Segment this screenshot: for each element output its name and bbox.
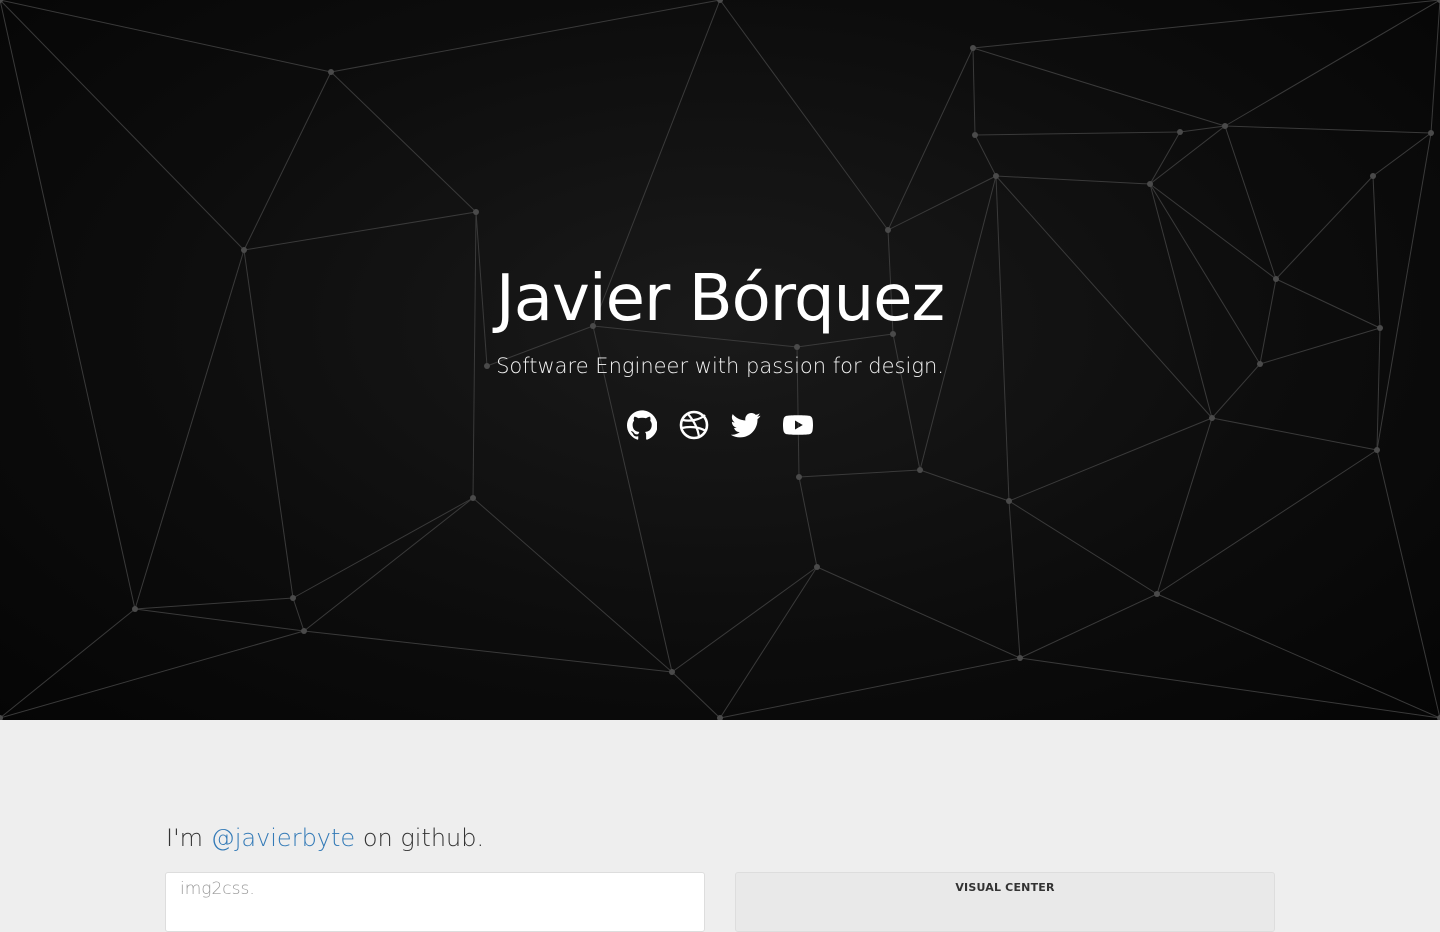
project-title: VISUAL CENTER [955,881,1055,894]
hero-title: Javier Bórquez [495,262,945,336]
project-card-img2css[interactable]: img2css. [165,872,705,932]
content-section: I'm @javierbyte on github. img2css. VISU… [0,720,1440,932]
github-link[interactable] [627,410,658,440]
dribbble-link[interactable] [679,410,709,440]
hero-content: Javier Bórquez Software Engineer with pa… [0,0,1440,720]
twitter-link[interactable] [730,410,761,440]
github-prefix: I'm [166,824,211,852]
social-links [0,410,1440,440]
github-suffix: on github. [355,824,485,852]
youtube-icon [783,415,813,435]
youtube-link[interactable] [783,410,813,440]
project-title: img2css. [180,879,255,899]
project-card-visual-center[interactable]: VISUAL CENTER [735,872,1275,932]
github-handle-link[interactable]: @javierbyte [211,824,356,852]
dribbble-icon [679,410,709,440]
github-icon [627,410,658,440]
twitter-icon [730,413,761,438]
hero-section: Javier Bórquez Software Engineer with pa… [0,0,1440,720]
hero-subtitle: Software Engineer with passion for desig… [496,354,944,378]
github-intro: I'm @javierbyte on github. [166,824,484,852]
